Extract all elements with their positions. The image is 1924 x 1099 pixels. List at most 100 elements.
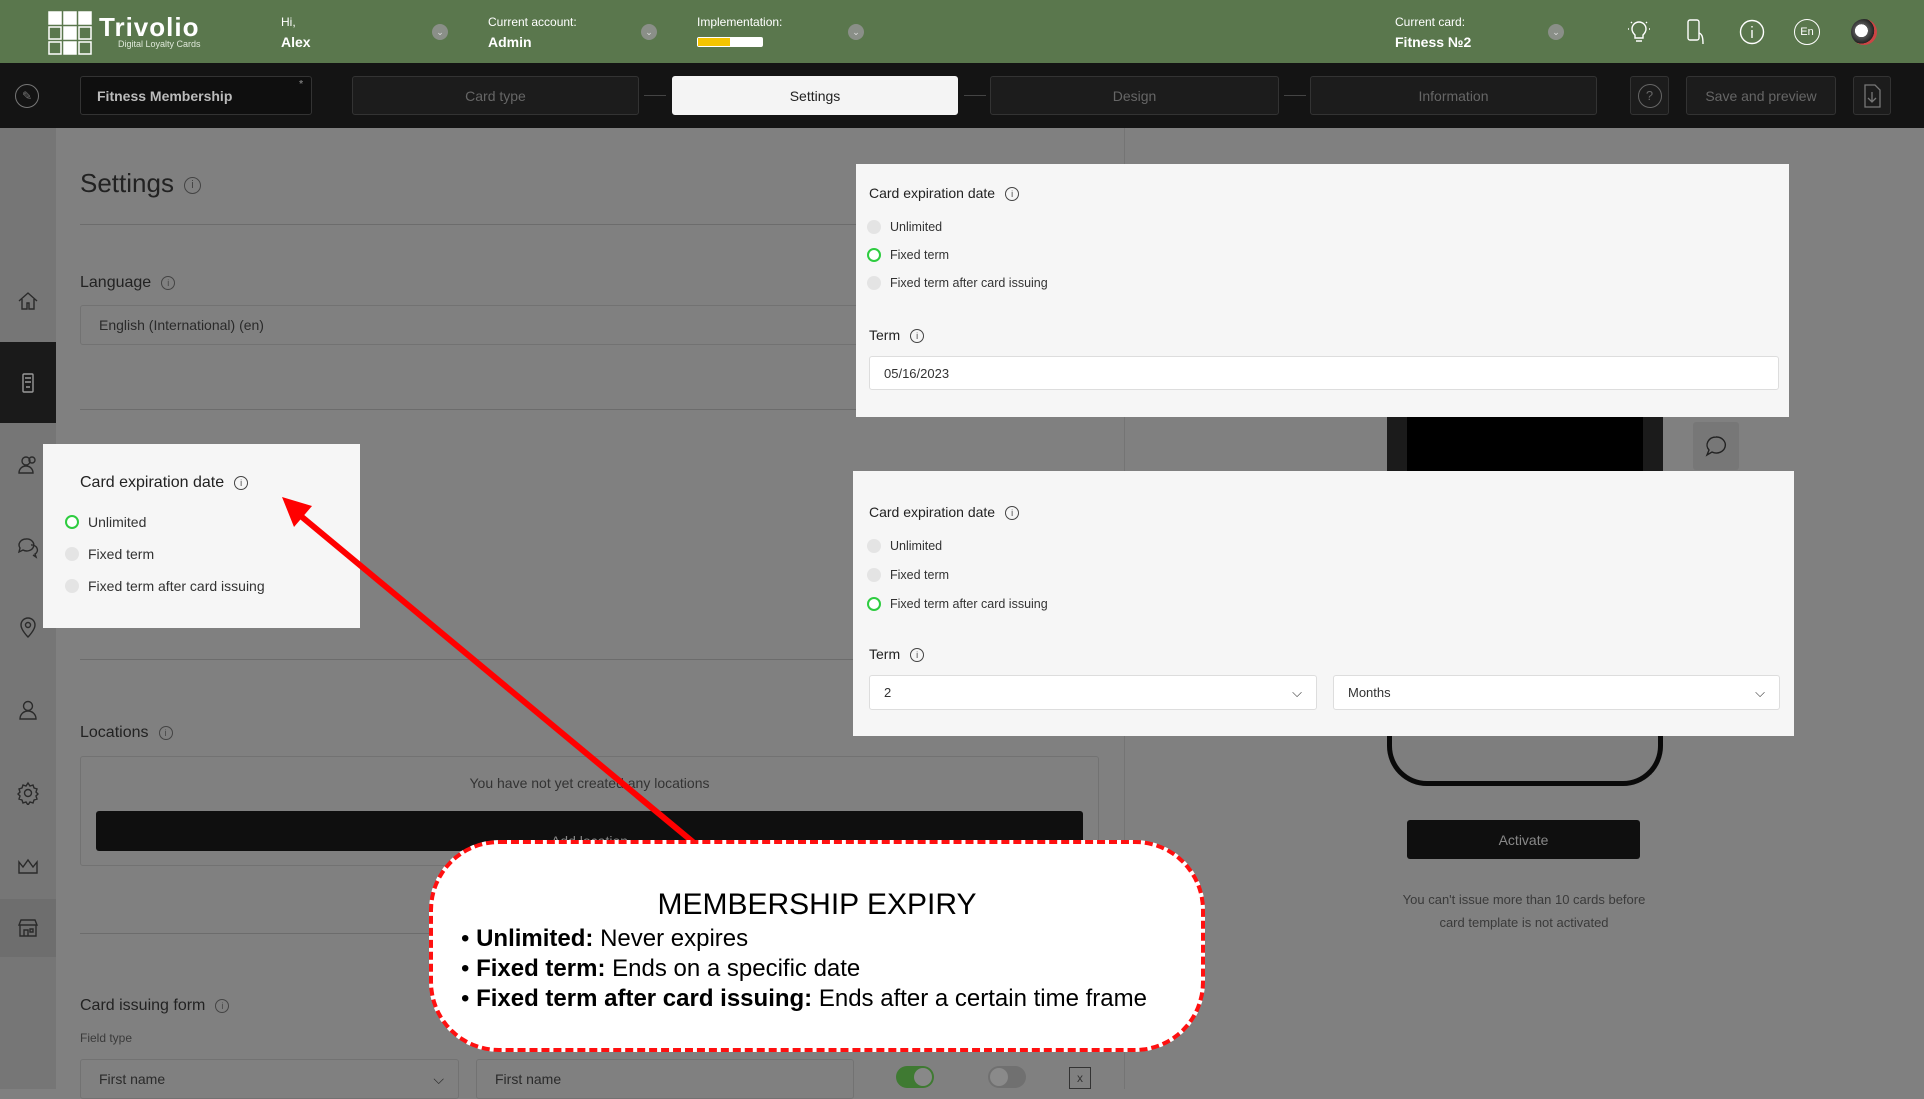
term-date-input[interactable]: 05/16/2023 — [869, 356, 1779, 390]
radio-circle — [65, 515, 79, 529]
callout-item: • Fixed term after card issuing: Ends af… — [461, 985, 1147, 1012]
users-icon[interactable] — [14, 451, 42, 479]
membership-expiry-callout: MEMBERSHIP EXPIRY • Unlimited: Never exp… — [429, 840, 1205, 1052]
chat-icon — [1705, 436, 1727, 457]
term-amount-select[interactable]: 2 ⌵ — [869, 675, 1317, 710]
radio-fixed-term-after-card-issuing[interactable]: Fixed term after card issuing — [867, 597, 1048, 611]
home-icon[interactable] — [14, 287, 42, 315]
locations-empty-text: You have not yet created any locations — [469, 775, 710, 791]
radio-label: Unlimited — [890, 220, 943, 234]
save-and-preview-button[interactable]: Save and preview — [1686, 76, 1836, 115]
field-name-input[interactable]: First name — [476, 1059, 854, 1099]
field-type-label: Field type — [80, 1031, 133, 1045]
radio-fixed-term-after-card-issuing[interactable]: Fixed term after card issuing — [867, 276, 1048, 290]
info-icon[interactable]: i — [158, 725, 173, 740]
required-toggle[interactable] — [896, 1066, 934, 1088]
info-icon[interactable]: i — [910, 329, 925, 344]
tab-design[interactable]: Design — [990, 76, 1279, 115]
phone-icon[interactable] — [1683, 19, 1709, 45]
step-connector — [964, 95, 986, 96]
chevron-down-icon: ⌵ — [1292, 684, 1302, 700]
account-value: Admin — [488, 34, 532, 50]
store-icon[interactable] — [14, 914, 42, 942]
lightbulb-icon[interactable] — [1626, 19, 1652, 45]
info-icon[interactable]: i — [215, 998, 230, 1013]
current-card-label: Current card: — [1395, 15, 1466, 29]
user-icon[interactable] — [14, 696, 42, 724]
card-name-input[interactable]: Fitness Membership * — [80, 76, 312, 115]
term-amount-value: 2 — [884, 685, 892, 700]
tab-settings[interactable]: Settings — [672, 76, 958, 115]
expiration-label: Card expiration date i — [80, 474, 249, 492]
radio-fixed-term[interactable]: Fixed term — [867, 568, 949, 582]
radio-circle — [867, 568, 881, 582]
info-icon[interactable]: i — [1005, 187, 1020, 202]
avatar[interactable] — [1851, 19, 1877, 45]
info-icon[interactable] — [1739, 19, 1765, 45]
info-icon[interactable]: i — [234, 475, 249, 490]
radio-fixed-term-after-card-issuing[interactable]: Fixed term after card issuing — [65, 578, 265, 594]
step-connector — [644, 95, 666, 96]
top-header: Trivolio Digital Loyalty Cards Hi, Alex … — [0, 0, 1924, 63]
radio-fixed-term[interactable]: Fixed term — [65, 546, 154, 562]
download-icon — [1864, 83, 1881, 108]
radio-fixed-term[interactable]: Fixed term — [867, 248, 949, 262]
download-button[interactable] — [1853, 76, 1891, 115]
info-icon[interactable]: i — [183, 176, 201, 194]
implementation-progress — [697, 37, 763, 47]
callout-title: MEMBERSHIP EXPIRY — [657, 888, 977, 921]
chevron-down-icon[interactable]: ⌄ — [848, 24, 864, 40]
step-connector — [1284, 95, 1306, 96]
visible-toggle[interactable] — [988, 1066, 1026, 1088]
remove-field-button[interactable]: x — [1069, 1067, 1091, 1089]
location-icon[interactable] — [14, 614, 42, 642]
callout-item: • Fixed term: Ends on a specific date — [461, 955, 861, 982]
greeting: Hi, — [281, 15, 296, 29]
required-mark: * — [299, 79, 303, 90]
radio-label: Fixed term after card issuing — [88, 578, 265, 594]
fixed-term-panel: Card expiration date i Unlimited Fixed ter… — [856, 164, 1789, 417]
chevron-down-icon[interactable]: ⌄ — [641, 24, 657, 40]
info-icon[interactable]: i — [1005, 506, 1020, 521]
chat-button[interactable] — [1693, 422, 1739, 470]
tab-card-type[interactable]: Card type — [352, 76, 639, 115]
logo-tagline: Digital Loyalty Cards — [118, 39, 201, 49]
help-button[interactable]: ? — [1630, 76, 1669, 115]
language-icon[interactable]: En — [1794, 19, 1820, 45]
account-label: Current account: — [488, 15, 577, 29]
radio-unlimited[interactable]: Unlimited — [65, 514, 146, 530]
page-title: Settings i — [80, 168, 201, 199]
fixed-term-after-issuing-panel: Card expiration date i Unlimited Fixed ter… — [853, 471, 1794, 736]
radio-circle — [65, 547, 79, 561]
term-label: Term i — [869, 327, 925, 344]
logo-icon — [48, 11, 92, 55]
gear-icon[interactable] — [14, 779, 42, 807]
chat-icon[interactable] — [14, 533, 42, 561]
crown-icon[interactable] — [14, 852, 42, 880]
field-type-select[interactable]: First name ⌵ — [80, 1059, 459, 1099]
radio-label: Unlimited — [890, 539, 943, 553]
tab-information[interactable]: Information — [1310, 76, 1597, 115]
info-icon[interactable]: i — [910, 648, 925, 663]
radio-unlimited[interactable]: Unlimited — [867, 539, 942, 553]
radio-label: Fixed term after card issuing — [890, 597, 1048, 611]
activate-button[interactable]: Activate — [1407, 820, 1640, 859]
chevron-down-icon: ⌵ — [1755, 684, 1765, 700]
card-icon[interactable] — [14, 369, 42, 397]
radio-label: Fixed term — [890, 248, 950, 262]
edit-pencil-icon[interactable]: ✎ — [15, 84, 39, 108]
radio-label: Fixed term after card issuing — [890, 276, 1048, 290]
card-issuing-form-label: Card issuing form i — [80, 997, 230, 1015]
info-icon[interactable]: i — [161, 275, 176, 290]
radio-circle — [867, 248, 881, 262]
radio-unlimited[interactable]: Unlimited — [867, 220, 942, 234]
term-unit-select[interactable]: Months ⌵ — [1333, 675, 1780, 710]
chevron-down-icon[interactable]: ⌄ — [1548, 24, 1564, 40]
current-card-value: Fitness №2 — [1395, 34, 1472, 50]
user-name: Alex — [281, 34, 311, 50]
expiration-label: Card expiration date i — [869, 185, 1020, 202]
radio-label: Fixed term — [890, 568, 950, 582]
chevron-down-icon[interactable]: ⌄ — [432, 24, 448, 40]
phone-preview-top — [1387, 410, 1663, 480]
radio-circle — [867, 220, 881, 234]
